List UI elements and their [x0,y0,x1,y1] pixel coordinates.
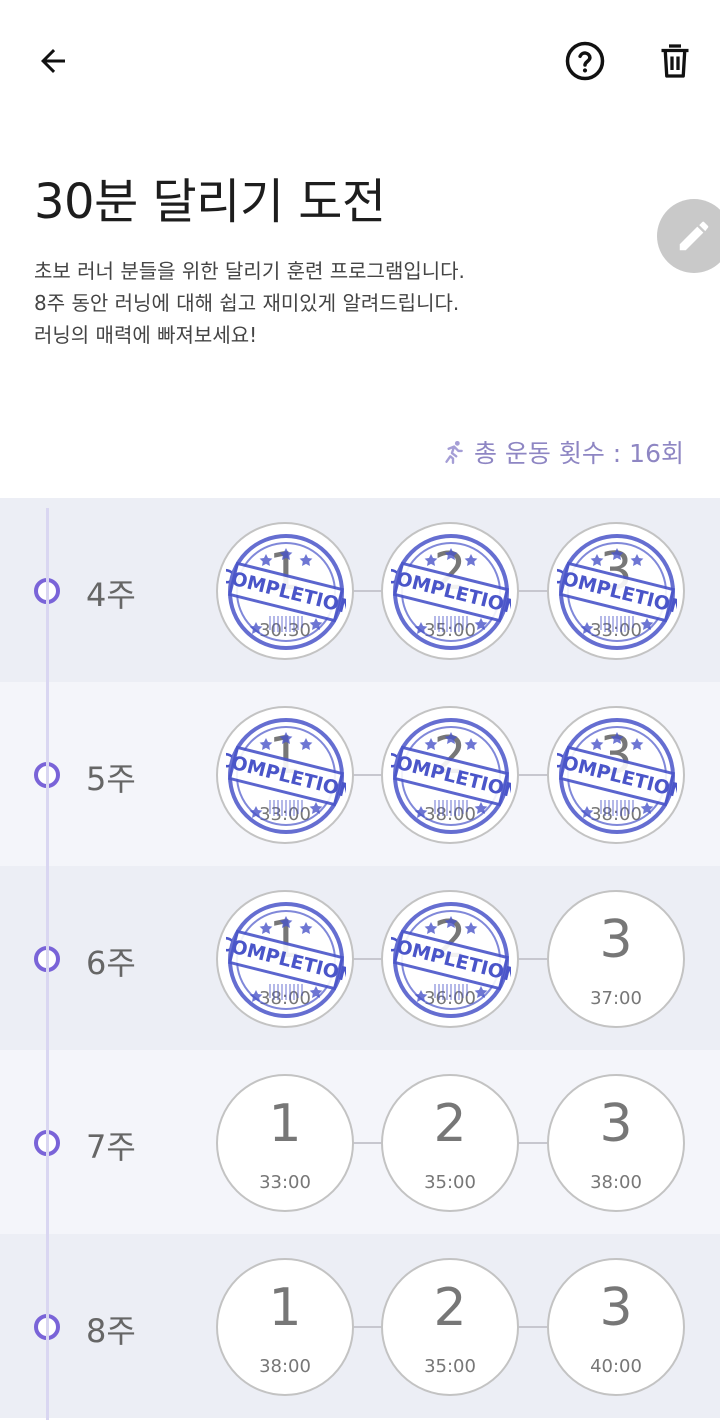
session-button[interactable]: 2 35:00 COMPLETION [381,522,519,660]
timeline-line [46,508,49,1420]
pencil-icon [679,221,709,251]
session-duration: 38:00 [590,1172,642,1193]
completion-stamp-icon: COMPLETION [226,902,346,1018]
session-duration: 40:00 [590,1356,642,1377]
session-duration: 33:00 [259,1172,311,1193]
session-number: 3 [599,910,633,970]
week-row: 4주 1 30:30 COMPLETION 2 35:00 COMPLETION 3 33:00… [0,498,720,682]
top-app-bar [0,0,720,120]
edit-button[interactable] [657,199,720,273]
week-row: 8주 1 38:00 2 35:00 3 40:00 [0,1234,720,1418]
week-list: 4주 1 30:30 COMPLETION 2 35:00 COMPLETION 3 33:00… [0,498,720,1420]
session-number: 3 [599,1094,633,1154]
stamp-label: COMPLETION [557,748,677,803]
session-number: 1 [268,1278,302,1338]
session-duration: 35:00 [424,1356,476,1377]
help-button[interactable] [562,38,608,84]
session-button[interactable]: 1 33:00 COMPLETION [216,706,354,844]
completion-stamp-icon: COMPLETION [391,534,511,650]
week-row: 6주 1 38:00 COMPLETION 2 36:00 COMPLETION 3 37:00 [0,866,720,1050]
session-button[interactable]: 1 33:00 [216,1074,354,1212]
running-icon [445,440,463,465]
completion-stamp-icon: COMPLETION [226,718,346,834]
stamp-label: COMPLETION [226,748,346,803]
stamp-label: COMPLETION [226,564,346,619]
session-number: 1 [268,1094,302,1154]
total-workouts: 총 운동 횟수 : 16회 [440,434,684,470]
delete-button[interactable] [652,38,698,84]
completion-stamp-icon: COMPLETION [391,902,511,1018]
question-circle-icon [565,41,605,81]
completion-stamp-icon: COMPLETION [391,718,511,834]
completion-stamp-icon: COMPLETION [557,718,677,834]
arrow-left-icon [41,49,65,73]
program-description: 초보 러너 분들을 위한 달리기 훈련 프로그램입니다. 8주 동안 러닝에 대… [34,255,465,351]
stamp-label: COMPLETION [557,564,677,619]
session-button[interactable]: 2 35:00 [381,1074,519,1212]
week-label: 6주 [86,944,136,982]
session-button[interactable]: 3 38:00 COMPLETION [547,706,685,844]
session-duration: 37:00 [590,988,642,1009]
week-row: 5주 1 33:00 COMPLETION 2 38:00 COMPLETION 3 38:00… [0,682,720,866]
week-label: 4주 [86,576,136,614]
description-line: 8주 동안 러닝에 대해 쉽고 재미있게 알려드립니다. [34,291,460,315]
session-duration: 38:00 [259,1356,311,1377]
trash-icon [661,44,689,78]
session-number: 2 [433,1278,467,1338]
session-button[interactable]: 1 38:00 [216,1258,354,1396]
session-duration: 35:00 [424,1172,476,1193]
session-button[interactable]: 2 36:00 COMPLETION [381,890,519,1028]
back-button[interactable] [30,38,76,84]
session-button[interactable]: 1 30:30 COMPLETION [216,522,354,660]
program-title: 30분 달리기 도전 [34,174,386,230]
session-button[interactable]: 3 37:00 [547,890,685,1028]
session-button[interactable]: 3 33:00 COMPLETION [547,522,685,660]
session-button[interactable]: 2 38:00 COMPLETION [381,706,519,844]
week-row: 7주 1 33:00 2 35:00 3 38:00 [0,1050,720,1234]
week-label: 5주 [86,760,136,798]
week-label: 8주 [86,1312,136,1350]
session-button[interactable]: 1 38:00 COMPLETION [216,890,354,1028]
session-button[interactable]: 2 35:00 [381,1258,519,1396]
session-button[interactable]: 3 38:00 [547,1074,685,1212]
total-workouts-label: 총 운동 횟수 : 16회 [473,439,684,468]
week-label: 7주 [86,1128,136,1166]
stamp-label: COMPLETION [391,564,511,619]
stamp-label: COMPLETION [226,932,346,987]
session-number: 2 [433,1094,467,1154]
session-number: 3 [599,1278,633,1338]
description-line: 러닝의 매력에 빠져보세요! [34,323,258,347]
session-button[interactable]: 3 40:00 [547,1258,685,1396]
description-line: 초보 러너 분들을 위한 달리기 훈련 프로그램입니다. [34,259,465,283]
completion-stamp-icon: COMPLETION [226,534,346,650]
stamp-label: COMPLETION [391,748,511,803]
completion-stamp-icon: COMPLETION [557,534,677,650]
stamp-label: COMPLETION [391,932,511,987]
